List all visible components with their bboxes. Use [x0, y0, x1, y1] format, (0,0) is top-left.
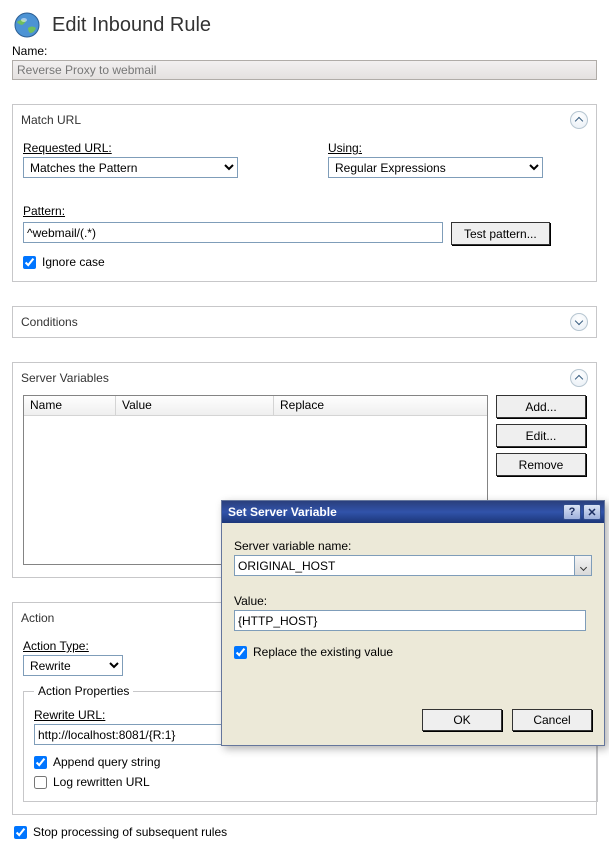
replace-existing-checkbox[interactable]: [234, 646, 247, 659]
edit-button[interactable]: Edit...: [496, 424, 586, 447]
sv-name-label: Server variable name:: [234, 539, 592, 553]
collapse-toggle-conditions[interactable]: [570, 313, 588, 331]
section-title-server-vars: Server Variables: [21, 371, 109, 385]
section-title-match-url: Match URL: [21, 113, 81, 127]
section-title-action: Action: [21, 611, 54, 625]
col-header-replace[interactable]: Replace: [274, 396, 487, 415]
remove-button[interactable]: Remove: [496, 453, 586, 476]
col-header-value[interactable]: Value: [116, 396, 274, 415]
globe-icon: [12, 10, 42, 40]
col-header-name[interactable]: Name: [24, 396, 116, 415]
collapse-toggle-server-vars[interactable]: [570, 369, 588, 387]
sv-value-label: Value:: [234, 594, 592, 608]
stop-processing-label: Stop processing of subsequent rules: [33, 825, 227, 839]
collapse-toggle-match-url[interactable]: [570, 111, 588, 129]
requested-url-label: Requested URL:: [23, 141, 238, 155]
action-type-select[interactable]: Rewrite: [23, 655, 123, 676]
page-title: Edit Inbound Rule: [52, 14, 211, 37]
page-header: Edit Inbound Rule: [12, 10, 597, 40]
requested-url-select[interactable]: Matches the Pattern: [23, 157, 238, 178]
replace-existing-label: Replace the existing value: [253, 645, 393, 659]
action-properties-legend: Action Properties: [34, 684, 133, 698]
ok-button[interactable]: OK: [422, 709, 502, 731]
log-rw-checkbox[interactable]: [34, 776, 47, 789]
add-button[interactable]: Add...: [496, 395, 586, 418]
cancel-button[interactable]: Cancel: [512, 709, 592, 731]
using-label: Using:: [328, 141, 543, 155]
sv-name-input[interactable]: [234, 555, 574, 576]
help-icon[interactable]: ?: [563, 504, 581, 520]
stop-processing-checkbox[interactable]: [14, 826, 27, 839]
sv-name-dropdown-button[interactable]: [574, 555, 592, 576]
section-title-conditions: Conditions: [21, 315, 78, 329]
close-icon[interactable]: ✕: [583, 504, 601, 520]
set-server-variable-dialog: Set Server Variable ? ✕ Server variable …: [221, 500, 605, 746]
append-qs-checkbox[interactable]: [34, 756, 47, 769]
section-match-url: Match URL Requested URL: Matches the Pat…: [12, 104, 597, 282]
ignore-case-label: Ignore case: [42, 255, 105, 269]
log-rw-label: Log rewritten URL: [53, 775, 150, 789]
test-pattern-button[interactable]: Test pattern...: [451, 222, 550, 245]
pattern-label: Pattern:: [23, 204, 586, 218]
append-qs-label: Append query string: [53, 755, 160, 769]
pattern-input[interactable]: [23, 222, 443, 243]
name-label: Name:: [12, 44, 597, 58]
rule-name-input: [12, 60, 597, 80]
sv-value-input[interactable]: [234, 610, 586, 631]
using-select[interactable]: Regular Expressions: [328, 157, 543, 178]
dialog-title: Set Server Variable: [228, 505, 337, 519]
section-conditions: Conditions: [12, 306, 597, 338]
ignore-case-checkbox[interactable]: [23, 256, 36, 269]
